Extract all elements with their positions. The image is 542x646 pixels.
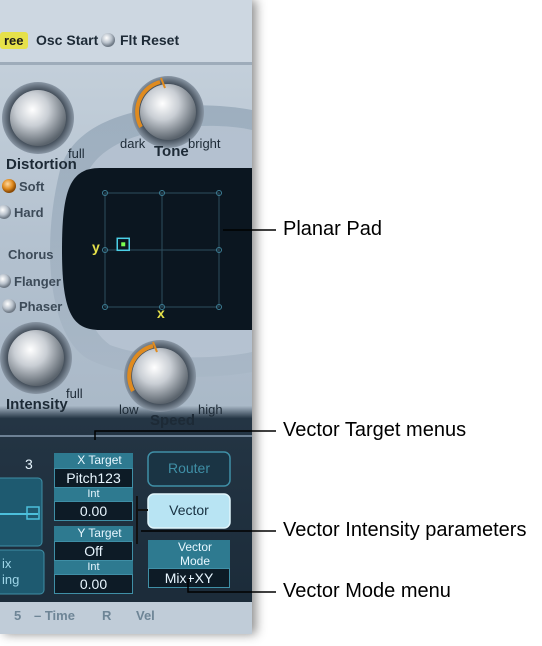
speed-low-label: low bbox=[119, 402, 139, 417]
vector-mode-value: Mix+XY bbox=[148, 568, 230, 588]
x-target-menu[interactable]: X Target bbox=[54, 453, 133, 468]
tone-dark-label: dark bbox=[120, 136, 146, 151]
speed-high-label: high bbox=[198, 402, 223, 417]
soft-option[interactable]: Soft bbox=[19, 179, 44, 194]
y-int-label: Int bbox=[54, 561, 133, 574]
x-target-value[interactable]: Pitch123 bbox=[54, 468, 133, 488]
y-target-header: Y Target bbox=[77, 526, 122, 540]
tone-bright-label: bright bbox=[188, 136, 221, 151]
flanger-option[interactable]: Flanger bbox=[14, 274, 61, 289]
callout-planar-pad: Planar Pad bbox=[283, 218, 382, 240]
left-mix-button-label[interactable]: ix ing bbox=[2, 556, 19, 588]
speed-label: Speed bbox=[150, 412, 196, 429]
x-target-header: X Target bbox=[77, 453, 122, 467]
left-value: 3 bbox=[25, 456, 33, 472]
intensity-knob bbox=[0, 322, 72, 394]
x-int-label: Int bbox=[54, 488, 133, 501]
intensity-label: Intensity bbox=[6, 396, 68, 413]
tone-label: Tone bbox=[154, 143, 189, 160]
hard-led bbox=[0, 205, 11, 219]
pad-x-label: x bbox=[157, 305, 165, 321]
flt-reset-label[interactable]: Flt Reset bbox=[120, 32, 179, 48]
distortion-label: Distortion bbox=[6, 156, 77, 173]
bottom-label-time: – Time bbox=[34, 608, 75, 623]
vector-mode-menu[interactable]: Vector Mode Mix+XY bbox=[148, 540, 230, 588]
distortion-knob bbox=[2, 82, 74, 154]
pad-y-label: y bbox=[92, 239, 100, 255]
flanger-led bbox=[0, 274, 11, 288]
intensity-full-label: full bbox=[66, 386, 83, 401]
y-target-menu[interactable]: Y Target bbox=[54, 526, 133, 541]
bottom-label-vel: Vel bbox=[136, 608, 155, 623]
osc-start-label: Osc Start bbox=[36, 32, 99, 48]
x-int-value[interactable]: 0.00 bbox=[54, 501, 133, 521]
y-int-value[interactable]: 0.00 bbox=[54, 574, 133, 594]
flt-reset-led bbox=[101, 33, 115, 47]
bottom-label-5: 5 bbox=[14, 608, 22, 623]
phaser-option[interactable]: Phaser bbox=[19, 299, 62, 314]
phaser-led bbox=[2, 299, 16, 313]
vector-button[interactable]: Vector bbox=[148, 502, 230, 518]
soft-led bbox=[2, 179, 16, 193]
bottom-label-r: R bbox=[102, 608, 112, 623]
callout-vector-mode-menu: Vector Mode menu bbox=[283, 580, 451, 602]
chorus-option[interactable]: Chorus bbox=[8, 247, 54, 262]
hard-option[interactable]: Hard bbox=[14, 205, 44, 220]
vector-mode-header: Vector Mode bbox=[148, 540, 230, 570]
callout-vector-intensity: Vector Intensity parameters bbox=[283, 519, 527, 541]
router-button[interactable]: Router bbox=[148, 460, 230, 476]
y-target-value[interactable]: Off bbox=[54, 541, 133, 561]
free-tag[interactable]: ree bbox=[0, 32, 28, 49]
synth-panel: ree Osc Start Flt Reset Distortion full … bbox=[0, 0, 252, 634]
distortion-full-label: full bbox=[68, 146, 85, 161]
callout-vector-target-menus: Vector Target menus bbox=[283, 419, 467, 441]
